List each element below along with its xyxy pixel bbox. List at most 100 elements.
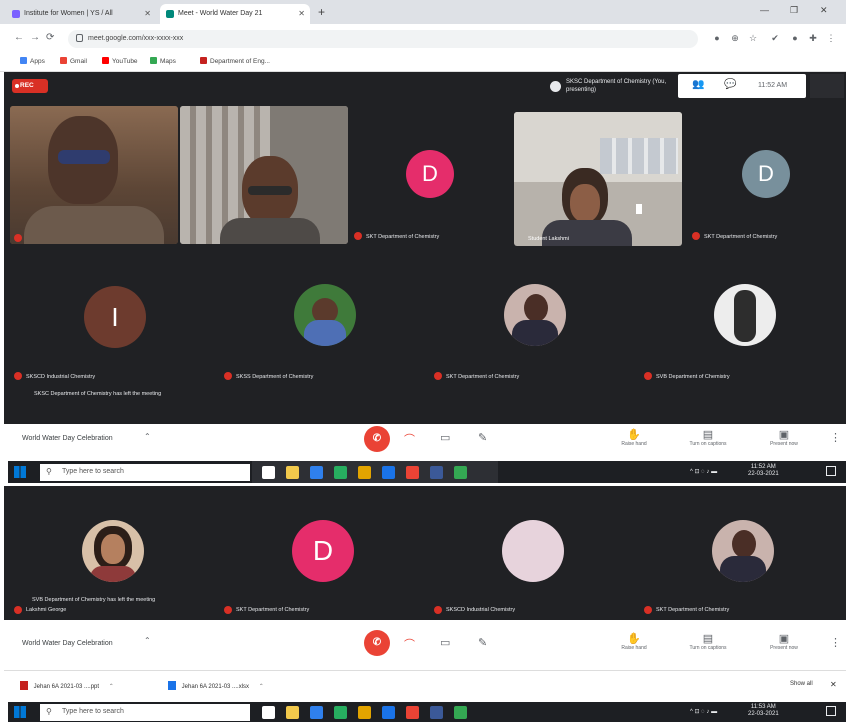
leave-call-button[interactable]: ✆ <box>364 630 390 656</box>
taskbar-clock[interactable]: 11:52 AM 22-03-2021 <box>748 464 779 478</box>
more-options-icon[interactable]: ⋮ <box>830 636 841 649</box>
browser-tab[interactable]: Institute for Women | YS / All ✕ <box>6 4 156 24</box>
meeting-title[interactable]: World Water Day Celebration <box>22 435 113 442</box>
close-tab-icon[interactable]: ✕ <box>298 9 305 18</box>
windows-start-icon[interactable] <box>14 466 26 478</box>
chevron-up-icon[interactable]: ⌃ <box>259 684 264 690</box>
participant-video-tile[interactable] <box>180 106 348 244</box>
mic-off-button-icon[interactable]: ⌒ <box>404 431 415 447</box>
bookmark-item[interactable]: Maps <box>150 57 176 65</box>
mic-off-icon <box>644 372 652 380</box>
more-options-icon[interactable]: ⋮ <box>830 431 841 444</box>
search-icon: ⚲ <box>46 707 52 716</box>
taskbar-search-input[interactable]: Type here to search <box>40 464 250 481</box>
back-icon[interactable]: ← <box>14 32 24 43</box>
chevron-up-icon[interactable]: ⌃ <box>144 636 151 645</box>
notifications-icon[interactable] <box>826 466 836 476</box>
participant-avatar-tile[interactable]: SKSCD Industrial Chemistry <box>430 492 636 618</box>
windows-start-icon[interactable] <box>14 706 26 718</box>
pen-icon[interactable]: ✎ <box>478 636 487 649</box>
camera-icon[interactable]: ▭ <box>440 636 450 649</box>
close-window-icon[interactable]: ✕ <box>820 5 828 16</box>
facebook-icon[interactable] <box>430 466 443 479</box>
bookmark-item[interactable]: Apps <box>20 57 45 65</box>
download-item[interactable]: Jehan 6A 2021-03 ....xlsx ⌃ <box>168 681 264 690</box>
mic-off-button-icon[interactable]: ⌒ <box>404 636 415 652</box>
star-icon[interactable]: ☆ <box>748 33 758 43</box>
url-input[interactable]: meet.google.com/xxx-xxxx-xxx <box>68 30 698 48</box>
extension-puzzle-icon[interactable]: ✚ <box>808 33 818 43</box>
task-view-icon[interactable] <box>262 706 275 719</box>
taskbar-search-input[interactable]: Type here to search <box>40 704 250 721</box>
new-tab-icon[interactable]: + <box>318 5 325 19</box>
download-item[interactable]: Jehan 6A 2021-03 ....ppt ⌃ <box>20 681 114 690</box>
zoom-icon[interactable]: ⊕ <box>730 33 740 43</box>
file-explorer-icon[interactable] <box>286 466 299 479</box>
reload-icon[interactable]: ⟳ <box>46 32 54 43</box>
file-explorer-icon[interactable] <box>286 706 299 719</box>
people-icon[interactable]: 👥 <box>692 79 704 90</box>
close-downloads-icon[interactable]: ✕ <box>830 680 837 689</box>
task-view-icon[interactable] <box>262 466 275 479</box>
chrome-icon[interactable] <box>406 706 419 719</box>
taskbar-clock[interactable]: 11:53 AM 22-03-2021 <box>748 704 779 718</box>
participant-video-tile[interactable] <box>10 106 178 244</box>
self-view-thumbnail[interactable] <box>810 74 844 98</box>
edge-icon[interactable] <box>310 466 323 479</box>
notifications-icon[interactable] <box>826 706 836 716</box>
profile-icon[interactable]: ● <box>790 33 800 43</box>
raise-hand-button[interactable]: ✋ Raise hand <box>614 632 654 651</box>
present-label: Present now <box>770 645 798 651</box>
participant-avatar-tile[interactable]: D SKT Department of Chemistry <box>220 492 426 618</box>
avatar <box>714 284 776 346</box>
camera-icon[interactable]: ▭ <box>440 431 450 444</box>
store-icon[interactable] <box>334 466 347 479</box>
forward-icon[interactable]: → <box>30 32 40 43</box>
captions-button[interactable]: ▤ Turn on captions <box>682 428 734 447</box>
show-all-downloads-button[interactable]: Show all <box>790 681 813 687</box>
facebook-icon[interactable] <box>430 706 443 719</box>
video-cam-icon[interactable]: ● <box>712 33 722 43</box>
maximize-icon[interactable]: ❐ <box>790 5 798 16</box>
maps-icon[interactable] <box>454 706 467 719</box>
participant-avatar-tile[interactable]: SKT Department of Chemistry <box>430 250 636 386</box>
minimize-icon[interactable]: — <box>760 5 769 15</box>
chrome-icon[interactable] <box>406 466 419 479</box>
captions-button[interactable]: ▤ Turn on captions <box>682 632 734 651</box>
leave-call-button[interactable]: ✆ <box>364 426 390 452</box>
folder-icon[interactable] <box>358 466 371 479</box>
edge-icon[interactable] <box>310 706 323 719</box>
pen-icon[interactable]: ✎ <box>478 431 487 444</box>
participant-avatar-tile[interactable]: SVB Department of Chemistry has left the… <box>10 492 216 618</box>
search-icon: ⚲ <box>46 467 52 476</box>
mail-icon[interactable] <box>382 706 395 719</box>
participant-avatar-tile[interactable]: SKSS Department of Chemistry <box>220 250 426 386</box>
close-tab-icon[interactable]: ✕ <box>144 9 151 18</box>
menu-icon[interactable]: ⋮ <box>826 33 836 43</box>
bookmark-item[interactable]: Gmail <box>60 57 87 65</box>
participant-avatar-tile[interactable]: D SKT Department of Chemistry <box>350 106 510 244</box>
participant-avatar-tile[interactable]: SVB Department of Chemistry <box>640 250 842 386</box>
mic-off-icon <box>14 606 22 614</box>
meeting-title[interactable]: World Water Day Celebration <box>22 640 113 647</box>
present-button[interactable]: ▣ Present now <box>762 428 806 447</box>
raise-hand-button[interactable]: ✋ Raise hand <box>614 428 654 447</box>
extension-check-icon[interactable]: ✔ <box>770 33 780 43</box>
folder-icon[interactable] <box>358 706 371 719</box>
mic-off-icon <box>434 372 442 380</box>
store-icon[interactable] <box>334 706 347 719</box>
chevron-up-icon[interactable]: ⌃ <box>109 684 114 690</box>
chat-icon[interactable]: 💬 <box>724 79 736 90</box>
participant-avatar-tile[interactable]: SKT Department of Chemistry <box>640 492 842 618</box>
bookmark-item[interactable]: Department of Eng... <box>200 57 270 65</box>
present-button[interactable]: ▣ Present now <box>762 632 806 651</box>
participant-avatar-tile[interactable]: I SKSCD Industrial Chemistry <box>10 250 216 386</box>
participant-video-tile[interactable]: Student Lakshmi <box>514 112 682 246</box>
chevron-up-icon[interactable]: ⌃ <box>144 432 151 441</box>
chat-notification: SKSC Department of Chemistry has left th… <box>34 391 162 397</box>
maps-icon[interactable] <box>454 466 467 479</box>
mail-icon[interactable] <box>382 466 395 479</box>
bookmark-item[interactable]: YouTube <box>102 57 138 65</box>
browser-tab-active[interactable]: Meet - World Water Day 21 ✕ <box>160 4 310 24</box>
participant-avatar-tile[interactable]: D SKT Department of Chemistry <box>686 106 842 244</box>
